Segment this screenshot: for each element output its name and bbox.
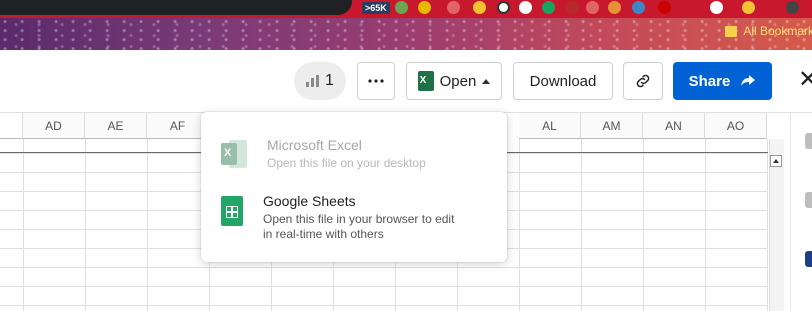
extension-icon[interactable]: [632, 1, 645, 14]
share-arrow-icon: [741, 75, 756, 86]
extension-icon[interactable]: [608, 1, 621, 14]
open-with-excel-option[interactable]: X Microsoft Excel Open this file on your…: [221, 136, 426, 171]
open-with-google-sheets-option[interactable]: Google Sheets Open this file in your bro…: [221, 192, 463, 242]
microsoft-excel-icon: X: [221, 140, 247, 170]
open-with-menu: X Microsoft Excel Open this file on your…: [201, 112, 507, 262]
column-header: AM: [581, 113, 643, 139]
profile-avatar[interactable]: [786, 1, 799, 14]
app-icon[interactable]: [805, 251, 812, 267]
extension-badge[interactable]: >65K: [362, 2, 390, 14]
google-sheets-icon: [221, 196, 243, 226]
extension-icon[interactable]: [447, 1, 460, 14]
extension-icon[interactable]: [497, 1, 510, 14]
extension-icon[interactable]: [395, 1, 408, 14]
option-description: Open this file in your browser to edit i…: [263, 212, 455, 241]
view-stats-button[interactable]: 1: [294, 62, 346, 100]
bookmarks-bar: All Bookmarks: [0, 18, 812, 50]
extension-icon[interactable]: [566, 1, 579, 14]
row-header-corner: [0, 113, 23, 139]
extension-icon[interactable]: [519, 1, 532, 14]
view-count: 1: [325, 72, 334, 89]
more-options-button[interactable]: [357, 62, 395, 100]
extension-icon[interactable]: [542, 1, 555, 14]
column-headers-right: AL AM AN AO: [519, 113, 767, 139]
open-button[interactable]: X Open: [406, 62, 502, 100]
column-header: AL: [519, 113, 581, 139]
extension-icon[interactable]: [418, 1, 431, 14]
browser-extensions-bar: >65K: [0, 0, 812, 18]
extension-icon[interactable]: [658, 1, 671, 14]
column-header: AE: [85, 113, 147, 139]
column-header: AF: [147, 113, 209, 139]
share-button-label: Share: [688, 72, 731, 90]
more-icon: [368, 79, 384, 83]
column-header: AN: [643, 113, 705, 139]
excel-icon: X: [417, 71, 434, 91]
extension-icon[interactable]: [742, 1, 755, 14]
stats-icon: [306, 75, 320, 87]
details-icon[interactable]: [805, 192, 812, 208]
caret-up-icon: [482, 78, 491, 84]
close-icon[interactable]: ✕: [798, 68, 812, 92]
address-bar[interactable]: [0, 0, 352, 15]
option-description: Open this file on your desktop: [267, 156, 426, 170]
all-bookmarks-button[interactable]: All Bookmarks: [725, 24, 812, 38]
link-icon: [636, 74, 650, 88]
column-headers-left: AD AE AF: [0, 113, 209, 139]
option-title: Microsoft Excel: [267, 137, 362, 153]
extension-icon[interactable]: [473, 1, 486, 14]
column-header: AD: [23, 113, 85, 139]
comments-icon[interactable]: [805, 133, 812, 149]
scroll-up-button[interactable]: [770, 155, 782, 167]
download-button[interactable]: Download: [513, 62, 613, 100]
copy-link-button[interactable]: [623, 62, 663, 100]
folder-icon: [725, 25, 738, 37]
all-bookmarks-label: All Bookmarks: [743, 24, 812, 38]
extension-icon[interactable]: [710, 1, 723, 14]
open-button-label: Open: [439, 72, 477, 90]
column-header: AO: [705, 113, 767, 139]
option-title: Google Sheets: [263, 193, 356, 209]
share-button[interactable]: Share: [673, 62, 772, 100]
extension-icon[interactable]: [586, 1, 599, 14]
